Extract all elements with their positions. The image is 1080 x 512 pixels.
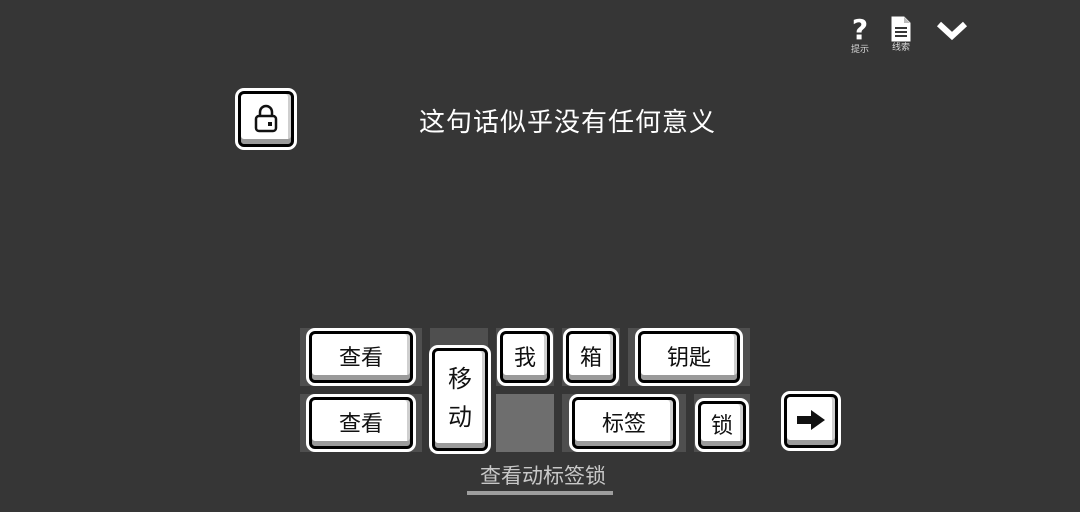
word-tile-look-2[interactable]: 查看 <box>309 397 413 449</box>
move-tile-top-char: 移 <box>448 365 472 393</box>
collapse-button[interactable] <box>936 18 968 42</box>
hint-label: 提示 <box>850 45 869 55</box>
question-mark-icon: ? <box>851 13 869 46</box>
empty-tile-slot[interactable] <box>496 394 554 452</box>
padlock-icon <box>254 104 278 132</box>
lock-icon-button[interactable] <box>238 91 294 147</box>
word-tile-box[interactable]: 箱 <box>566 331 616 383</box>
puzzle-sentence: 这句话似乎没有任何意义 <box>419 108 717 138</box>
combination-underline <box>467 491 613 495</box>
word-tile-me[interactable]: 我 <box>500 331 550 383</box>
word-tile-move[interactable]: 移 动 <box>432 348 488 451</box>
clues-button[interactable]: 线索 <box>889 16 913 53</box>
word-tile-lock[interactable]: 锁 <box>698 401 746 449</box>
clues-label: 线索 <box>891 43 910 53</box>
move-tile-bottom-char: 动 <box>448 403 472 431</box>
word-tile-key[interactable]: 钥匙 <box>638 331 740 383</box>
current-combination-text: 查看动标签锁 <box>480 464 606 488</box>
hint-button[interactable]: ? 提示 <box>848 16 872 55</box>
right-arrow-icon <box>797 409 825 430</box>
word-tile-tag[interactable]: 标签 <box>572 397 676 449</box>
chevron-down-icon <box>936 21 968 41</box>
document-icon <box>891 16 911 42</box>
submit-arrow-button[interactable] <box>784 394 838 448</box>
word-tile-look[interactable]: 查看 <box>309 331 413 383</box>
